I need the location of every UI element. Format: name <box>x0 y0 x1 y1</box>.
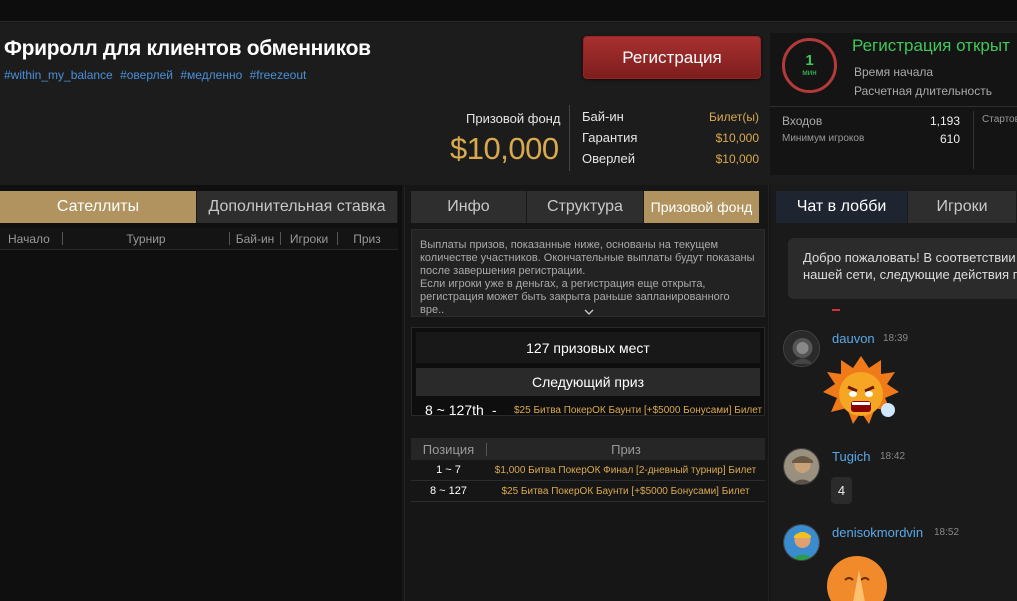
tab-side-bet[interactable]: Дополнительная ставка <box>197 191 398 223</box>
tag[interactable]: #within_my_balance <box>4 68 113 82</box>
chat-tabs: Чат в лобби Игроки <box>776 191 1017 223</box>
status-box: 1 мин Регистрация открыт Время начала Ра… <box>770 33 1017 175</box>
next-prize-value: $25 Битва ПокерОК Баунти [+$5000 Бонусам… <box>514 405 763 416</box>
prize-pool-label: Призовой фонд <box>466 111 561 126</box>
payout-description: Выплаты призов, показанные ниже, основан… <box>411 229 765 317</box>
starting-stack-label: Стартов <box>982 114 1017 125</box>
col-position: Позиция <box>422 441 475 457</box>
buyin-label: Бай-ин <box>582 109 624 124</box>
message-text: 4 <box>831 477 852 504</box>
next-prize-dash: - <box>492 402 497 418</box>
guarantee-label: Гарантия <box>582 130 638 145</box>
tab-lobby-chat[interactable]: Чат в лобби <box>776 191 908 223</box>
guarantee-value: $10,000 <box>715 131 759 145</box>
tab-players[interactable]: Игроки <box>908 191 1017 223</box>
col-tournament[interactable]: Турнир <box>63 232 229 246</box>
col-buyin[interactable]: Бай-ин <box>230 232 280 246</box>
row-position: 8 ~ 127 <box>429 485 467 497</box>
prize-pool-value: $10,000 <box>450 131 559 166</box>
info-panel: Инфо Структура Призовой фонд Выплаты при… <box>404 185 769 601</box>
praying-emoji-sticker <box>823 550 895 601</box>
countdown-timer: 1 мин <box>782 38 837 93</box>
buyin-value: Билет(ы) <box>709 110 759 124</box>
message-time: 18:42 <box>880 451 906 462</box>
buyin-info: Бай-ин Билет(ы) Гарантия $10,000 Оверлей $1… <box>582 109 759 172</box>
tab-prize-pool[interactable]: Призовой фонд <box>644 191 760 223</box>
welcome-message: Добро пожаловать! В соответствии с нашей… <box>788 238 1017 299</box>
chevron-down-icon[interactable] <box>584 306 594 316</box>
row-prize: $25 Битва ПокерОК Баунти [+$5000 Бонусам… <box>501 485 750 497</box>
divider <box>973 111 974 169</box>
divider <box>569 105 570 171</box>
satellites-panel: Сателлиты Дополнительная ставка Начало Т… <box>0 185 402 601</box>
col-prize: Приз <box>611 441 641 457</box>
col-prize[interactable]: Приз <box>338 232 396 246</box>
avatar[interactable] <box>783 524 820 561</box>
table-row: 1 ~ 7 $1,000 Битва ПокерОК Финал [2-днев… <box>411 460 765 481</box>
username[interactable]: dauvon <box>832 331 875 346</box>
top-strip <box>0 0 1017 22</box>
tag-list: #within_my_balance #оверлей #медленно #f… <box>4 68 310 82</box>
tournament-header: Фриролл для клиентов обменников #within_… <box>0 23 1017 185</box>
prize-summary: 127 призовых мест Следующий приз 8 ~ 127… <box>411 327 765 418</box>
min-players-value: 610 <box>939 132 960 146</box>
tab-satellites[interactable]: Сателлиты <box>0 191 197 223</box>
tab-structure[interactable]: Структура <box>527 191 644 223</box>
chat-panel: Чат в лобби Игроки Добро пожаловать! В с… <box>771 185 1017 601</box>
tag[interactable]: #оверлей <box>120 68 173 82</box>
entries-label: Входов <box>782 114 823 128</box>
prize-table-header: Позиция Приз <box>411 438 765 460</box>
overlay-value: $10,000 <box>715 152 759 166</box>
paid-places: 127 призовых мест <box>416 332 760 363</box>
next-prize-range: 8 ~ 127th <box>425 402 484 418</box>
tag[interactable]: #медленно <box>180 68 242 82</box>
avatar[interactable] <box>783 448 820 485</box>
message-time: 18:52 <box>934 527 960 538</box>
next-prize-label: Следующий приз <box>416 368 760 396</box>
welcome-text: Добро пожаловать! В соответствии с нашей… <box>803 250 1017 282</box>
min-players-label: Минимум игроков <box>782 133 865 144</box>
table-row: 8 ~ 127 $25 Битва ПокерОК Баунти [+$5000… <box>411 481 765 502</box>
username[interactable]: denisokmordvin <box>832 525 923 540</box>
tournament-title: Фриролл для клиентов обменников <box>4 37 371 60</box>
message-time: 18:39 <box>883 333 909 344</box>
mid-tabs: Инфо Структура Призовой фонд <box>411 191 760 223</box>
satellites-table-header: Начало Турнир Бай-ин Игроки Приз <box>0 228 398 250</box>
col-start[interactable]: Начало <box>0 232 62 246</box>
register-button[interactable]: Регистрация <box>583 36 761 79</box>
divider <box>770 106 1017 107</box>
divider <box>832 309 840 311</box>
angry-emoji-sticker <box>821 354 901 435</box>
timer-value: 1 <box>805 52 814 69</box>
entries-value: 1,193 <box>929 114 960 128</box>
duration-label: Расчетная длительность <box>854 84 992 98</box>
col-players[interactable]: Игроки <box>281 232 337 246</box>
overlay-label: Оверлей <box>582 151 635 166</box>
username[interactable]: Tugich <box>832 449 871 464</box>
left-tabs: Сателлиты Дополнительная ставка <box>0 191 398 223</box>
timer-unit: мин <box>802 68 817 77</box>
tag[interactable]: #freezeout <box>250 68 307 82</box>
registration-status: Регистрация открыт <box>852 36 1010 55</box>
row-position: 1 ~ 7 <box>436 464 461 476</box>
row-prize: $1,000 Битва ПокерОК Финал [2-дневный ту… <box>494 464 757 476</box>
tab-info[interactable]: Инфо <box>411 191 527 223</box>
avatar[interactable] <box>783 330 820 367</box>
start-time-label: Время начала <box>854 65 934 79</box>
